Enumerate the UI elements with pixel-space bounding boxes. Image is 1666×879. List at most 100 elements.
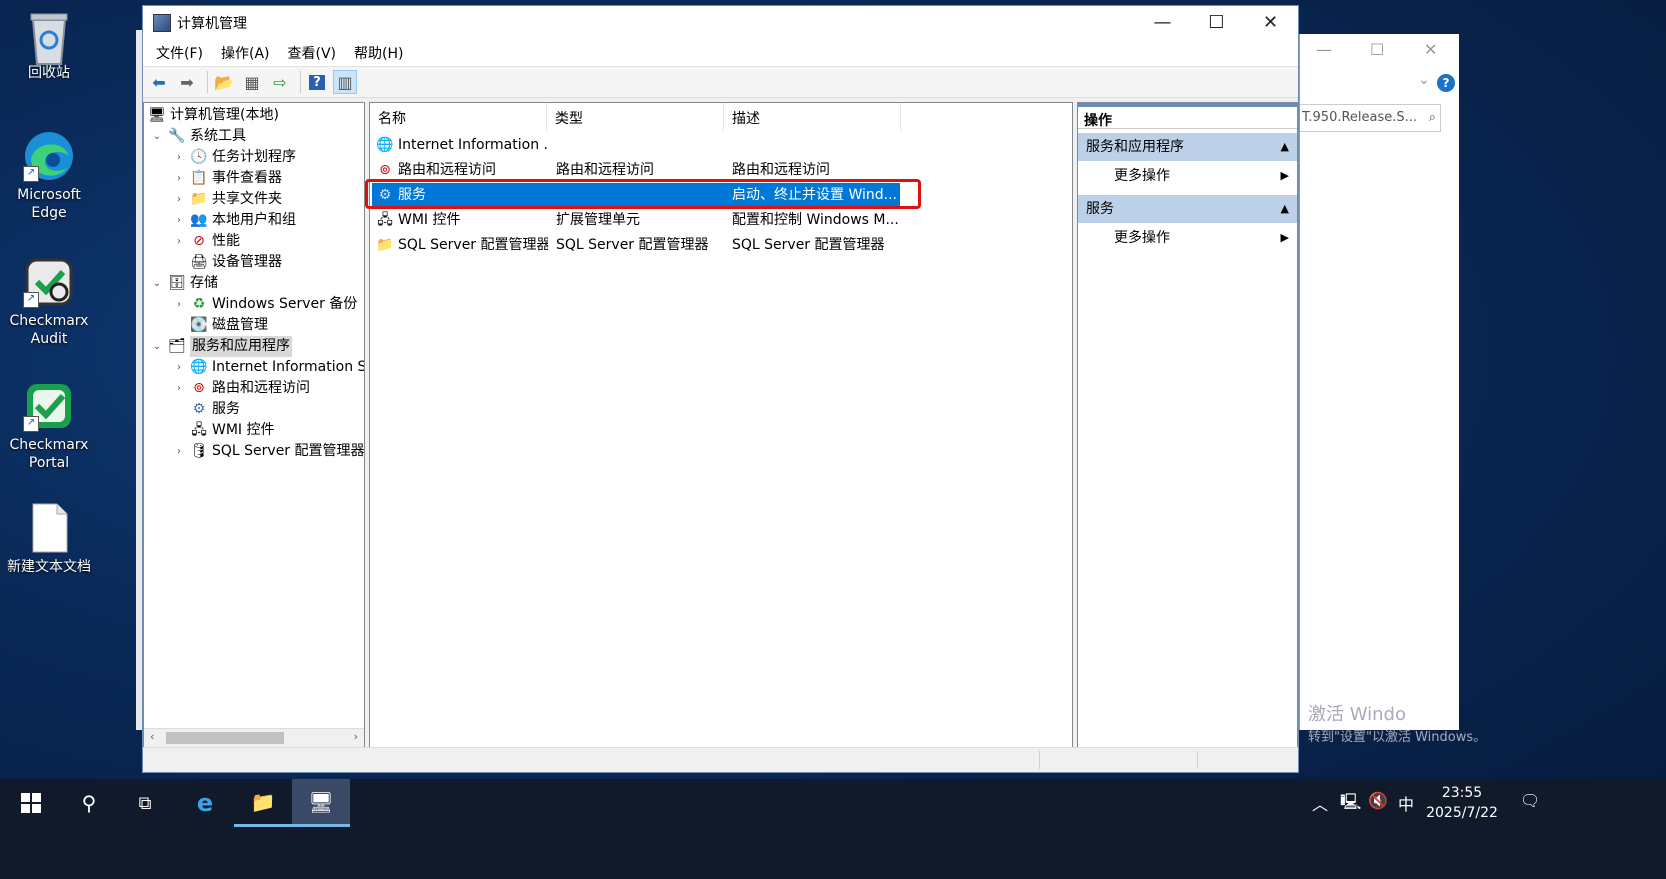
actions-section-services-apps[interactable]: 服务和应用程序 ▲ [1078, 133, 1297, 161]
chevron-right-icon[interactable]: › [172, 441, 186, 462]
forward-button[interactable]: ➡ [175, 70, 199, 94]
console-tree[interactable]: 🖥 计算机管理(本地) ⌄ 🔧 系统工具 › 🕓 任务计划程序 › 📋 事件查看器 › 📁 共享文… [143, 102, 365, 748]
tree-node-wmi[interactable]: 🖧 WMI 控件 [190, 420, 274, 441]
tree-node-routing[interactable]: › ⊚ 路由和远程访问 [172, 378, 310, 399]
text-document-icon [23, 502, 75, 554]
chevron-down-icon[interactable]: ⌄ [1418, 72, 1430, 88]
task-view-button[interactable]: ⧉ [116, 779, 174, 827]
computer-management-window[interactable]: 计算机管理 — ☐ ✕ 文件(F) 操作(A) 查看(V) 帮助(H) ⬅ ➡ … [142, 5, 1299, 773]
search-button[interactable]: ⚲ [60, 779, 118, 827]
desktop-icon-edge[interactable]: ↗ Microsoft Edge [4, 130, 94, 222]
chevron-down-icon[interactable]: ⌄ [150, 336, 164, 357]
chevron-down-icon[interactable]: ⌄ [150, 126, 164, 147]
chevron-right-icon[interactable]: › [172, 168, 186, 189]
menu-file[interactable]: 文件(F) [147, 43, 212, 63]
chevron-up-icon[interactable]: ︿ [1312, 791, 1328, 815]
menu-view[interactable]: 查看(V) [279, 43, 346, 63]
scrollbar-thumb[interactable] [166, 732, 284, 744]
more-actions-item[interactable]: 更多操作 ▶ [1078, 223, 1297, 253]
ime-indicator[interactable]: 中 [1398, 791, 1414, 815]
maximize-icon[interactable]: ☐ [1370, 40, 1384, 59]
chevron-right-icon[interactable]: › [172, 294, 186, 315]
desktop-icon-label: Checkmarx Portal [9, 437, 89, 471]
volume-muted-icon[interactable]: 🔇 [1368, 791, 1388, 810]
chevron-right-icon[interactable]: › [172, 147, 186, 168]
menu-help[interactable]: 帮助(H) [345, 43, 412, 63]
close-icon[interactable]: ✕ [1424, 40, 1437, 59]
console-tree-icon: ▦ [244, 72, 260, 92]
chevron-right-icon[interactable]: › [172, 357, 186, 378]
gear-icon: ⚙ [192, 401, 206, 417]
row-type: SQL Server 配置管理器 [556, 237, 709, 253]
search-input[interactable]: T.950.Release.S... ⌕ [1300, 104, 1441, 132]
up-folder-button[interactable]: 📂 [212, 70, 236, 94]
tree-node-system-tools[interactable]: ⌄ 🔧 系统工具 [150, 126, 246, 147]
chevron-down-icon[interactable]: ⌄ [150, 273, 164, 294]
clock[interactable]: 23:55 2025/7/22 [1420, 783, 1504, 823]
start-button[interactable] [2, 779, 60, 827]
chevron-right-icon[interactable]: › [172, 210, 186, 231]
desktop-icon-text-document[interactable]: 新建文本文档 [4, 502, 94, 576]
row-description: 配置和控制 Windows M... [732, 212, 898, 228]
tree-node-sql-config[interactable]: › 🛢 SQL Server 配置管理器 [172, 441, 364, 462]
chevron-right-icon[interactable]: › [172, 378, 186, 399]
list-row[interactable]: ⊚ 路由和远程访问 路由和远程访问 路由和远程访问 [372, 158, 900, 182]
desktop-icon-recycle-bin[interactable]: 回收站 [4, 8, 94, 82]
notification-icon[interactable]: 🗨 [1520, 791, 1540, 810]
maximize-button[interactable]: ☐ [1189, 6, 1244, 40]
taskbar-file-explorer[interactable]: 📁 [234, 779, 292, 827]
tree-node-device-manager[interactable]: 🖨 设备管理器 [190, 252, 282, 273]
show-hide-tree-button[interactable]: ▦ [240, 70, 264, 94]
tree-node-event-viewer[interactable]: › 📋 事件查看器 [172, 168, 282, 189]
column-header-type[interactable]: 类型 [547, 103, 724, 131]
desktop-icon-checkmarx-audit[interactable]: ↗ Checkmarx Audit [4, 256, 94, 348]
row-description: 路由和远程访问 [732, 162, 830, 178]
menu-action[interactable]: 操作(A) [212, 43, 279, 63]
tree-node-performance[interactable]: › ⊘ 性能 [172, 231, 240, 252]
desktop-icon-checkmarx-portal[interactable]: ↗ Checkmarx Portal [4, 380, 94, 472]
tree-node-services[interactable]: ⚙ 服务 [190, 399, 240, 420]
background-window[interactable]: — ☐ ✕ ⌄ ? T.950.Release.S... ⌕ [1299, 34, 1459, 730]
title-bar[interactable]: 计算机管理 — ☐ ✕ [143, 6, 1298, 40]
horizontal-scrollbar[interactable]: ‹ › [144, 728, 364, 747]
chevron-right-icon[interactable]: › [172, 231, 186, 252]
scroll-left-icon[interactable]: ‹ [150, 730, 154, 743]
list-row-selected[interactable]: ⚙ 服务 启动、终止并设置 Wind... [372, 183, 900, 207]
list-row[interactable]: 🖧 WMI 控件 扩展管理单元 配置和控制 Windows M... [372, 208, 900, 232]
back-button[interactable]: ⬅ [147, 70, 171, 94]
tree-node-shared-folders[interactable]: › 📁 共享文件夹 [172, 189, 282, 210]
tree-node-disk-management[interactable]: 💽 磁盘管理 [190, 315, 268, 336]
close-button[interactable]: ✕ [1243, 6, 1298, 40]
taskbar-ie[interactable]: e [176, 779, 234, 827]
taskbar-computer-management[interactable]: 🖥 [292, 779, 350, 827]
tree-node-root[interactable]: 🖥 计算机管理(本地) [148, 105, 279, 126]
status-bar [143, 747, 1298, 772]
help-icon[interactable]: ? [1437, 74, 1455, 92]
column-header-name[interactable]: 名称 [370, 103, 547, 131]
list-row[interactable]: 📁 SQL Server 配置管理器 SQL Server 配置管理器 SQL … [372, 233, 900, 257]
list-row[interactable]: 🌐 Internet Information ... [372, 133, 900, 157]
tree-node-windows-backup[interactable]: › ♻ Windows Server 备份 [172, 294, 357, 315]
actions-section-services[interactable]: 服务 ▲ [1078, 195, 1297, 223]
show-action-pane-button[interactable]: ▥ [333, 70, 357, 94]
wmi-icon: 🖧 [191, 422, 207, 438]
tree-node-storage[interactable]: ⌄ 🗄 存储 [150, 273, 218, 294]
tree-node-iis[interactable]: › 🌐 Internet Information Se [172, 357, 364, 378]
scroll-right-icon[interactable]: › [354, 730, 358, 743]
details-list[interactable]: 名称 类型 描述 🌐 Internet Information ... ⊚ 路由… [365, 102, 1073, 748]
network-icon[interactable]: 🖳 [1340, 791, 1361, 818]
column-header-description[interactable]: 描述 [724, 103, 901, 131]
more-actions-item[interactable]: 更多操作 ▶ [1078, 161, 1297, 191]
chevron-right-icon[interactable]: › [172, 189, 186, 210]
clock-date: 2025/7/22 [1426, 805, 1498, 821]
minimize-icon[interactable]: — [1316, 40, 1332, 59]
tree-node-local-users[interactable]: › 👥 本地用户和组 [172, 210, 296, 231]
help-button[interactable]: ? [305, 70, 329, 94]
collapse-icon[interactable]: ▲ [1281, 195, 1289, 223]
tree-node-services-apps[interactable]: ⌄ 🗂 服务和应用程序 [150, 336, 292, 357]
export-list-button[interactable]: ⇨ [268, 70, 292, 94]
minimize-button[interactable]: — [1135, 6, 1190, 40]
tree-node-task-scheduler[interactable]: › 🕓 任务计划程序 [172, 147, 296, 168]
window-title: 计算机管理 [177, 16, 247, 32]
collapse-icon[interactable]: ▲ [1281, 133, 1289, 161]
